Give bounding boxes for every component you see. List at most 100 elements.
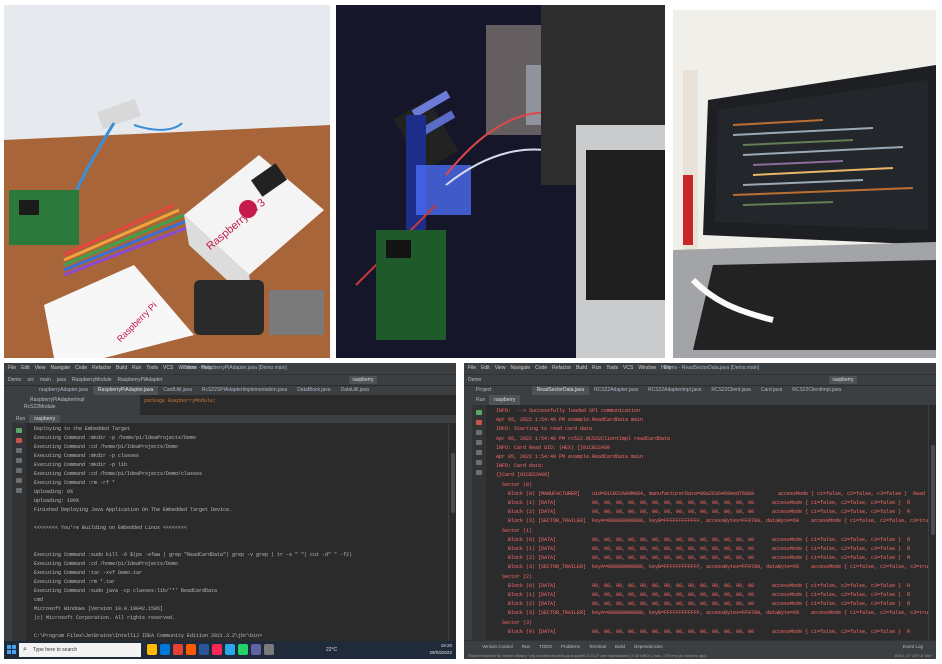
tab-rc522-spi-adapter[interactable]: RcS22SPIAdapterImplementation.java [197, 386, 292, 395]
wrap-icon[interactable] [476, 450, 482, 455]
menu-run[interactable]: Run [132, 365, 141, 371]
menu-tools[interactable]: Tools [146, 365, 158, 371]
tab-rc522-client[interactable]: RCS22Client.java [706, 386, 755, 395]
scroll-up-icon[interactable] [16, 448, 22, 453]
taskbar-search-input[interactable]: Type here to search [19, 643, 141, 657]
code-editor[interactable]: package RaspberryModule; [140, 395, 456, 415]
editor-tabs: raspberryAdapter.java RaspberryPiAdapter.… [4, 385, 456, 395]
console-line: Executing Command :rm *.tar [34, 579, 116, 585]
todo-tab[interactable]: TODO [539, 644, 552, 649]
trash-icon[interactable] [16, 488, 22, 493]
console-output[interactable]: Deploying to the Embedded Target Executin… [26, 423, 448, 647]
tab-read-sector-data[interactable]: ReadSectorData.java [531, 386, 590, 395]
menu-edit[interactable]: Edit [481, 365, 490, 371]
tab-data-util[interactable]: DataUtil.java [336, 386, 374, 395]
intellij-icon[interactable] [212, 644, 222, 655]
stop-icon[interactable] [16, 438, 22, 443]
tab-raspberry-pi-adapter[interactable]: RaspberryPiAdapter.java [92, 386, 159, 395]
tab-raspberry-adapter[interactable]: raspberryAdapter.java [34, 386, 93, 395]
run-tab[interactable]: raspberry [489, 395, 521, 405]
run-tool-tab[interactable]: Run [522, 644, 530, 649]
edge-icon[interactable] [160, 644, 170, 655]
breadcrumb-item[interactable]: Demo [8, 377, 21, 383]
breadcrumb-item[interactable]: RaspberryPiAdapter [118, 377, 163, 383]
print-icon[interactable] [16, 478, 22, 483]
menu-code[interactable]: Code [535, 365, 547, 371]
stop-icon[interactable] [476, 420, 482, 425]
menu-view[interactable]: View [495, 365, 506, 371]
file-explorer-icon[interactable] [147, 644, 157, 655]
wrap-icon[interactable] [16, 468, 22, 473]
weather-temperature[interactable]: 22°C [326, 641, 337, 659]
menu-build[interactable]: Build [576, 365, 587, 371]
breadcrumb-item[interactable]: java [57, 377, 66, 383]
event-log-button[interactable]: Event Log [903, 641, 923, 652]
menu-tools[interactable]: Tools [606, 365, 618, 371]
scroll-thumb[interactable] [451, 453, 455, 513]
tab-card-util[interactable]: CardUtil.java [158, 386, 197, 395]
chrome-icon[interactable] [173, 644, 183, 655]
console-line: Block (0) [DATA] 00, 00, 00, 00, 00, 00,… [496, 536, 911, 543]
project-item[interactable]: RaspberryPiAdapterImpl [16, 397, 136, 404]
rerun-icon[interactable] [476, 410, 482, 415]
menu-file[interactable]: File [468, 365, 476, 371]
menu-navigate[interactable]: Navigate [510, 365, 530, 371]
trash-icon[interactable] [476, 470, 482, 475]
console-scrollbar[interactable] [928, 405, 936, 640]
menu-vcs[interactable]: VCS [623, 365, 633, 371]
console-scrollbar[interactable] [448, 423, 456, 647]
problems-tab[interactable]: Problems [561, 644, 580, 649]
menu-refactor[interactable]: Refactor [92, 365, 111, 371]
scroll-thumb[interactable] [931, 445, 935, 535]
system-clock[interactable]: 19:20 29/03/2022 [429, 642, 452, 656]
firefox-icon[interactable] [186, 644, 196, 655]
console-line: Apr 05, 2022 1:54:46 PM rc522.RC522Clien… [496, 435, 671, 442]
teams-icon[interactable] [251, 644, 261, 655]
version-control-tab[interactable]: Version Control [482, 644, 513, 649]
console-output[interactable]: INFO: --> Successfully loaded SPI commun… [486, 405, 928, 640]
run-config-select[interactable]: raspberry [349, 376, 377, 384]
tab-rc522-adapter-impl[interactable]: RCS22Adapterimpl.java [643, 386, 706, 395]
tab-data-block[interactable]: DataBlock.java [292, 386, 335, 395]
print-icon[interactable] [476, 460, 482, 465]
menu-edit[interactable]: Edit [21, 365, 30, 371]
whatsapp-icon[interactable] [238, 644, 248, 655]
windows-start-icon[interactable] [7, 645, 16, 654]
menu-window[interactable]: Window [638, 365, 656, 371]
outlook-icon[interactable] [225, 644, 235, 655]
console-line: Uploading: 100% [34, 498, 80, 504]
tab-rc522-client-impl[interactable]: RCS22ClientImpl.java [787, 386, 846, 395]
dependencies-tab[interactable]: Dependencies [634, 644, 663, 649]
console-line: Deploying to the Embedded Target [34, 426, 131, 432]
tab-rc522-adapter[interactable]: RCS22Adapter.java [589, 386, 643, 395]
rerun-icon[interactable] [16, 428, 22, 433]
menu-file[interactable]: File [8, 365, 16, 371]
app-icon[interactable] [264, 644, 274, 655]
project-label[interactable]: Project [464, 387, 532, 393]
terminal-tab[interactable]: Terminal [589, 644, 606, 649]
breadcrumb-item[interactable]: src [27, 377, 34, 383]
build-tab[interactable]: Build [615, 644, 625, 649]
run-tab[interactable]: raspberry [29, 415, 61, 423]
run-config-select[interactable]: raspberry [829, 376, 857, 384]
menu-view[interactable]: View [35, 365, 46, 371]
menu-vcs[interactable]: VCS [163, 365, 173, 371]
breadcrumb-item[interactable]: Demo [468, 377, 481, 383]
scroll-up-icon[interactable] [476, 430, 482, 435]
word-icon[interactable] [199, 644, 209, 655]
project-item[interactable]: RcS22Module [16, 404, 136, 411]
menu-code[interactable]: Code [75, 365, 87, 371]
console-line: Block (1) [DATA] 00, 00, 00, 00, 00, 00,… [496, 500, 911, 507]
breadcrumb-item[interactable]: main [40, 377, 51, 383]
menu-run[interactable]: Run [592, 365, 601, 371]
menu-build[interactable]: Build [116, 365, 127, 371]
scroll-down-icon[interactable] [476, 440, 482, 445]
menu-navigate[interactable]: Navigate [50, 365, 70, 371]
menu-refactor[interactable]: Refactor [552, 365, 571, 371]
taskbar-apps [147, 644, 277, 657]
breadcrumb-item[interactable]: RaspberryModule [72, 377, 111, 383]
menu-bar: File Edit View Navigate Code Refactor Build Run… [4, 363, 456, 374]
tab-card[interactable]: Card.java [756, 386, 787, 395]
scroll-down-icon[interactable] [16, 458, 22, 463]
